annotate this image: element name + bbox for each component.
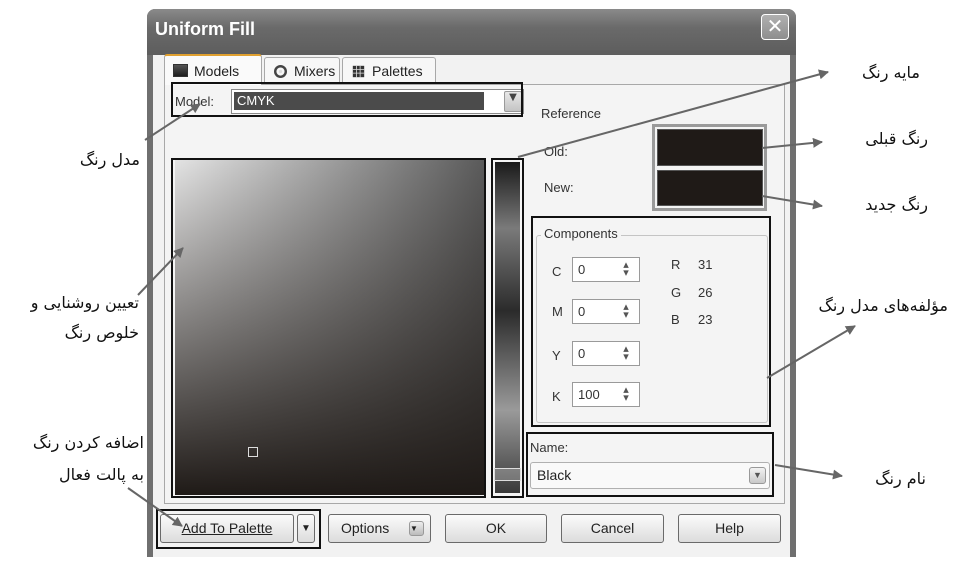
annotation-components: مؤلفه‌های مدل رنگ (818, 296, 948, 315)
annotation-color-model: مدل رنگ (79, 150, 140, 169)
brightness-arrow (137, 247, 184, 296)
annotation-hue: مایه رنگ (861, 63, 920, 82)
hue-arrow (517, 69, 829, 158)
add-to-palette-arrow (127, 487, 183, 527)
annotation-color-name: نام رنگ (875, 469, 926, 488)
annotation-add-line1: اضافه کردن رنگ (32, 433, 144, 452)
model-arrow (144, 103, 201, 141)
annotation-brightness-line2: خلوص رنگ (64, 323, 139, 342)
annotation-brightness-line1: تعیین روشنایی و (30, 293, 139, 312)
annotation-add-line2: به پالت فعال (59, 465, 144, 484)
annotation-new-color: رنگ جدید (865, 195, 928, 214)
components-arrow (766, 325, 856, 379)
annotation-old-color: رنگ قبلی (865, 129, 928, 148)
